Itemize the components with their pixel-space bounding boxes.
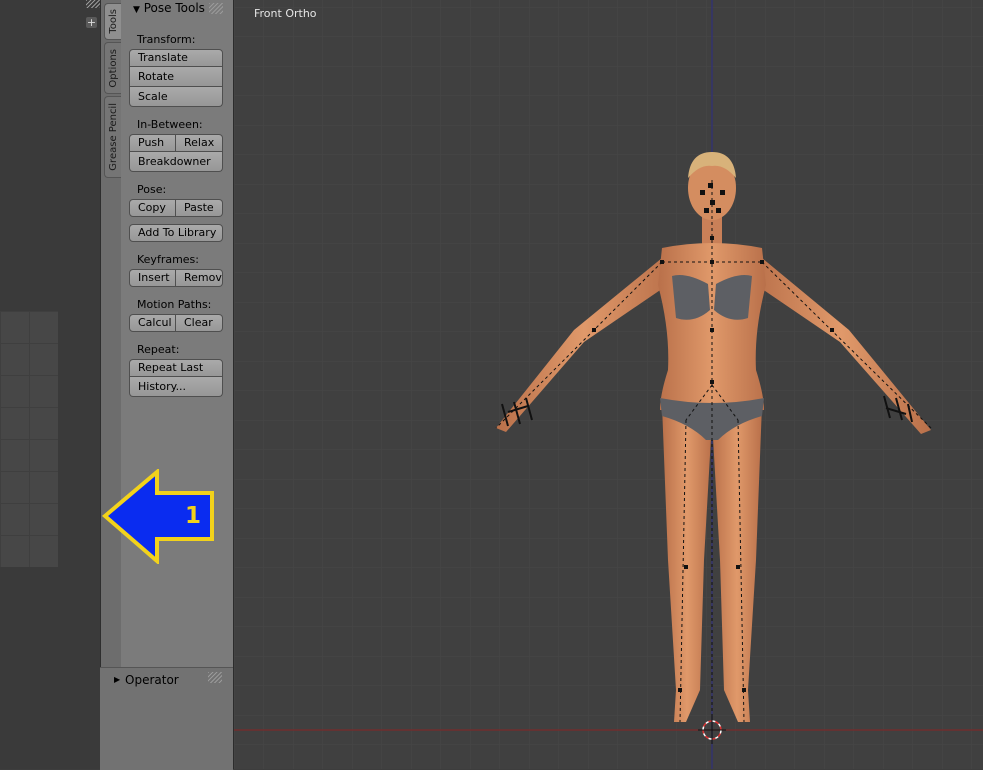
breakdowner-button[interactable]: Breakdowner xyxy=(129,152,223,172)
scale-button[interactable]: Scale xyxy=(129,87,223,107)
repeat-last-button[interactable]: Repeat Last xyxy=(129,359,223,377)
section-label-motion-paths: Motion Paths: xyxy=(137,298,212,311)
viewport-canvas xyxy=(234,0,983,769)
section-label-keyframes: Keyframes: xyxy=(137,253,199,266)
rotate-button[interactable]: Rotate xyxy=(129,67,223,87)
operator-grip-icon[interactable] xyxy=(208,672,222,683)
translate-button[interactable]: Translate xyxy=(129,49,223,67)
section-label-pose: Pose: xyxy=(137,183,167,196)
calculate-paths-button[interactable]: Calcul xyxy=(129,314,176,332)
section-label-transform: Transform: xyxy=(137,33,196,46)
section-label-in-between: In-Between: xyxy=(137,118,203,131)
history-button[interactable]: History... xyxy=(129,377,223,397)
remove-keyframe-button[interactable]: Remov xyxy=(176,269,223,287)
clear-paths-button[interactable]: Clear xyxy=(176,314,223,332)
area-split-grip-icon[interactable] xyxy=(86,0,100,8)
expand-triangle-icon: ▶ xyxy=(114,675,121,684)
operator-panel[interactable]: ▶ Operator xyxy=(100,667,233,770)
operator-panel-title: Operator xyxy=(125,673,179,687)
panel-header[interactable]: ▼ Pose Tools xyxy=(133,1,205,15)
copy-pose-button[interactable]: Copy xyxy=(129,199,176,217)
3d-viewport[interactable]: Front Ortho xyxy=(233,0,983,769)
tab-grease-pencil[interactable]: Grease Pencil xyxy=(104,96,121,178)
insert-keyframe-button[interactable]: Insert xyxy=(129,269,176,287)
add-to-library-button[interactable]: Add To Library xyxy=(129,224,223,242)
expand-region-plus-icon[interactable]: + xyxy=(86,17,97,28)
relax-button[interactable]: Relax xyxy=(176,134,223,152)
paste-pose-button[interactable]: Paste xyxy=(176,199,223,217)
push-button[interactable]: Push xyxy=(129,134,176,152)
section-label-repeat: Repeat: xyxy=(137,343,180,356)
viewport-grid xyxy=(234,0,983,769)
collapse-triangle-icon: ▼ xyxy=(133,5,140,15)
left-editor-area: + xyxy=(0,0,100,769)
tool-shelf-tabs: Tools Options Grease Pencil xyxy=(100,0,122,769)
tab-options[interactable]: Options xyxy=(104,42,121,94)
callout-number: 1 xyxy=(185,503,202,529)
tab-tools[interactable]: Tools xyxy=(104,3,121,40)
panel-title: Pose Tools xyxy=(143,1,205,15)
pose-tools-panel: ▼ Pose Tools Transform: Translate Rotate… xyxy=(121,0,233,667)
panel-drag-grip-icon[interactable] xyxy=(209,3,223,14)
left-editor-grid xyxy=(0,311,58,567)
view-mode-label: Front Ortho xyxy=(254,7,317,20)
